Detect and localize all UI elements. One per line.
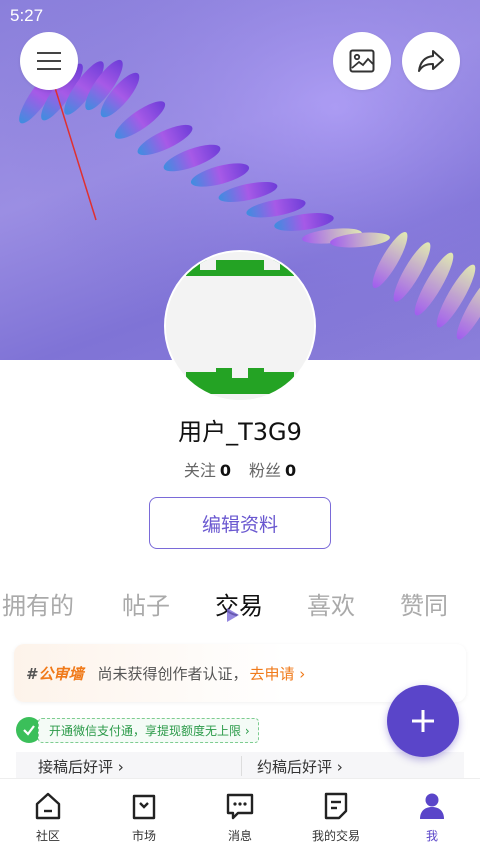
message-icon: [226, 793, 254, 820]
menu-button[interactable]: [20, 32, 78, 90]
create-button[interactable]: [387, 685, 459, 757]
request-review-link[interactable]: 约稿后好评 ›: [257, 756, 343, 777]
nav-label-community: 社区: [35, 829, 60, 843]
profile-tabs: 拥有的 帖子 交易 喜欢 赞同: [0, 586, 480, 630]
profile-icon: [420, 793, 444, 819]
nav-label-me: 我: [425, 829, 438, 843]
follow-stats: 关注 0 粉丝 0: [0, 457, 480, 481]
order-icon: [324, 792, 348, 820]
hamburger-menu-icon: [37, 52, 61, 70]
edit-profile-button[interactable]: 编辑资料: [149, 497, 331, 549]
creator-status-text: 尚未获得创作者认证，: [97, 664, 248, 683]
nav-community[interactable]: 社区: [0, 779, 96, 853]
nav-label-messages: 消息: [227, 829, 252, 843]
commission-review-link[interactable]: 接稿后好评 ›: [38, 756, 124, 777]
avatar-image: [166, 252, 314, 400]
status-time: 5:27: [10, 6, 44, 25]
tab-owned[interactable]: 拥有的: [2, 586, 74, 621]
nav-messages[interactable]: 消息: [192, 779, 288, 853]
nav-label-my-trades: 我的交易: [311, 829, 360, 843]
followers-count[interactable]: 0: [285, 461, 296, 480]
following-label[interactable]: 关注: [184, 461, 216, 480]
tab-likes[interactable]: 喜欢: [307, 586, 355, 621]
nav-market[interactable]: 市场: [96, 779, 192, 853]
shop-bag-icon: [132, 794, 156, 820]
followers-label[interactable]: 粉丝: [249, 461, 281, 480]
nav-my-trades[interactable]: 我的交易: [288, 779, 384, 853]
wechat-pay-text: 开通微信支付通，享提现额度无上限 ›: [38, 717, 259, 743]
change-cover-button[interactable]: [333, 32, 391, 90]
wechat-pay-promo[interactable]: 开通微信支付通，享提现额度无上限 ›: [16, 717, 259, 743]
plus-icon: [412, 710, 434, 732]
share-arrow-icon: [418, 50, 444, 72]
tab-posts[interactable]: 帖子: [122, 586, 170, 621]
avatar[interactable]: [164, 250, 316, 402]
tab-upvotes[interactable]: 赞同: [400, 586, 448, 621]
nav-label-market: 市场: [131, 829, 156, 843]
nav-me[interactable]: 我: [384, 779, 480, 853]
username: 用户_T3G9: [178, 418, 302, 446]
active-tab-indicator: [227, 608, 239, 622]
home-icon: [35, 792, 61, 820]
apply-link[interactable]: 去申请 ›: [249, 663, 305, 684]
bottom-nav: 社区 市场 消息 我的交易 我: [0, 778, 480, 853]
divider: [241, 756, 242, 776]
share-button[interactable]: [402, 32, 460, 90]
following-count[interactable]: 0: [220, 461, 231, 480]
creator-wall-logo: # 公审墙: [26, 664, 84, 683]
reviews-row: 接稿后好评 › 约稿后好评 ›: [16, 752, 464, 778]
image-icon: [349, 49, 375, 73]
tab-trades[interactable]: 交易: [215, 586, 263, 621]
